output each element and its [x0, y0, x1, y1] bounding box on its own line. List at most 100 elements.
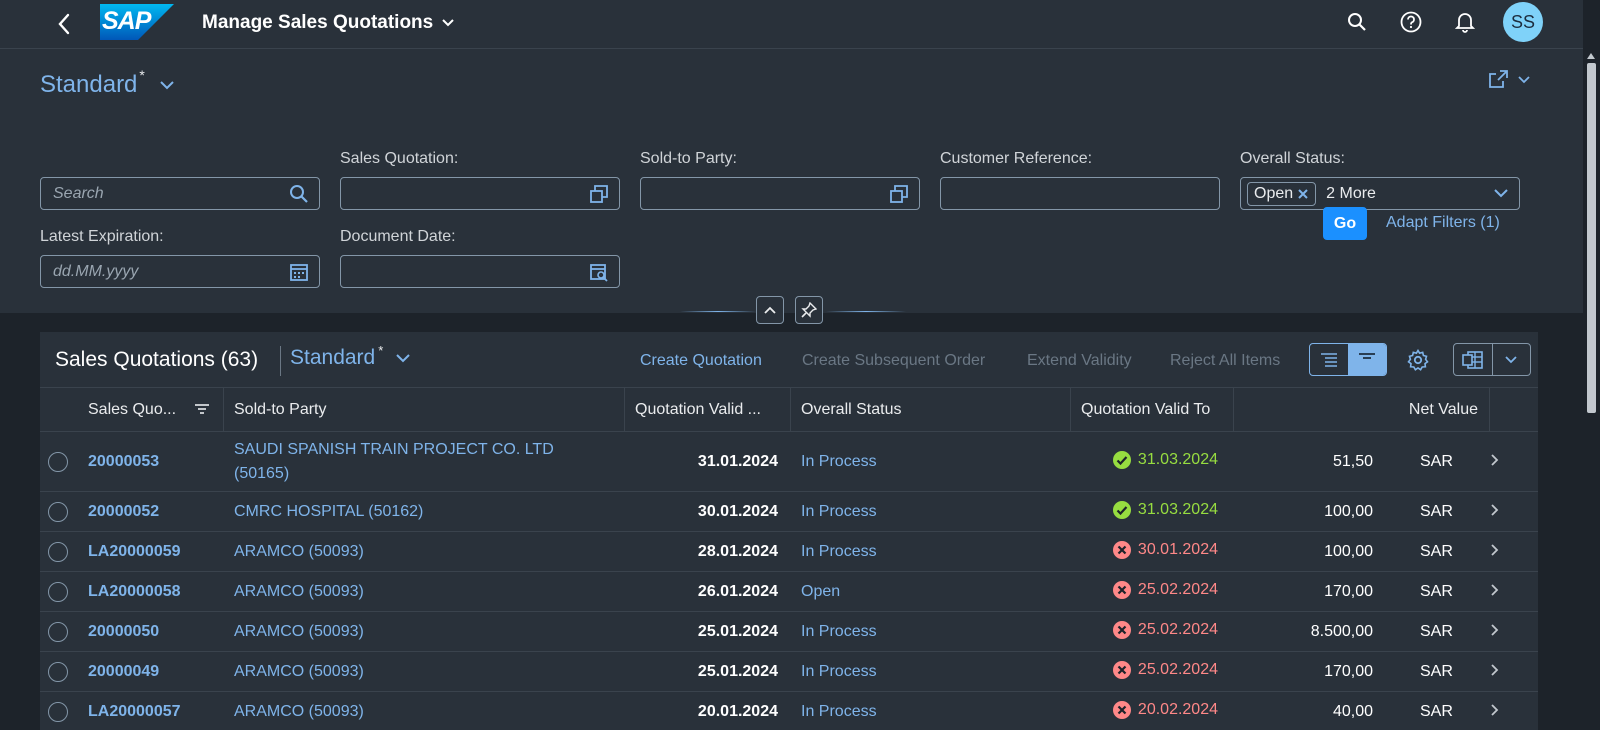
- radio-button[interactable]: [48, 662, 68, 682]
- row-select-radio[interactable]: [48, 572, 68, 612]
- extend-validity-button[interactable]: Extend Validity: [1027, 352, 1132, 370]
- table-row[interactable]: 20000049 ARAMCO (50093) 25.01.2024 In Proce…: [40, 652, 1538, 692]
- valid-to-date: 20.02.2024: [1080, 690, 1218, 730]
- search-input[interactable]: Search: [40, 177, 320, 210]
- collapse-header-button[interactable]: [756, 296, 784, 324]
- overall-status-link[interactable]: In Process: [801, 532, 877, 572]
- sold-to-party-link[interactable]: ARAMCO (50093): [234, 692, 604, 730]
- column-header-net-value[interactable]: Net Value: [1240, 388, 1478, 432]
- row-select-radio[interactable]: [48, 652, 68, 692]
- row-select-radio[interactable]: [48, 612, 68, 652]
- search-button[interactable]: [1341, 2, 1373, 42]
- row-navigation[interactable]: [1480, 690, 1510, 730]
- quotation-id-link[interactable]: LA20000057: [88, 692, 181, 730]
- row-navigation[interactable]: [1480, 530, 1510, 570]
- help-icon: [1400, 11, 1422, 33]
- quotation-id-link[interactable]: 20000052: [88, 492, 159, 532]
- row-select-radio[interactable]: [48, 492, 68, 532]
- notifications-button[interactable]: [1449, 2, 1481, 42]
- table-settings-button[interactable]: [1402, 343, 1434, 376]
- overall-status-link[interactable]: In Process: [801, 692, 877, 730]
- row-navigation[interactable]: [1480, 610, 1510, 650]
- radio-button[interactable]: [48, 452, 68, 472]
- table-row[interactable]: LA20000059 ARAMCO (50093) 28.01.2024 In Pro…: [40, 532, 1538, 572]
- column-divider: [1489, 388, 1490, 432]
- reject-all-items-button[interactable]: Reject All Items: [1170, 352, 1280, 370]
- share-menu-button[interactable]: [1488, 69, 1530, 89]
- table-density-toggle[interactable]: [1309, 343, 1387, 376]
- overall-status-link[interactable]: In Process: [801, 652, 877, 692]
- sold-to-party-link[interactable]: SAUDI SPANISH TRAIN PROJECT CO. LTD (501…: [234, 432, 604, 492]
- table-row[interactable]: 20000052 CMRC HOSPITAL (50162) 30.01.2024 I…: [40, 492, 1538, 532]
- scrollbar-thumb[interactable]: [1587, 63, 1596, 413]
- table-row[interactable]: 20000050 ARAMCO (50093) 25.01.2024 In Proce…: [40, 612, 1538, 652]
- app-title-menu[interactable]: Manage Sales Quotations: [202, 12, 455, 34]
- radio-button[interactable]: [48, 622, 68, 642]
- sold-to-party-field[interactable]: [640, 177, 920, 210]
- calendar-search-icon: [590, 264, 608, 282]
- variant-management[interactable]: Standard *: [40, 67, 175, 99]
- table-row[interactable]: LA20000058 ARAMCO (50093) 26.01.2024 Open 25…: [40, 572, 1538, 612]
- sold-to-party-link[interactable]: ARAMCO (50093): [234, 572, 604, 612]
- overall-status-link[interactable]: In Process: [801, 432, 877, 492]
- sold-to-party-link[interactable]: ARAMCO (50093): [234, 532, 604, 572]
- latest-expiration-datepicker[interactable]: dd.MM.yyyy: [40, 255, 320, 288]
- adapt-filters-button[interactable]: Adapt Filters (1): [1386, 214, 1500, 232]
- quotation-id-link[interactable]: 20000049: [88, 652, 159, 692]
- help-button[interactable]: [1395, 2, 1427, 42]
- status-more-indicator[interactable]: 2 More: [1326, 185, 1376, 203]
- overall-status-multicombo[interactable]: Open 2 More: [1240, 177, 1520, 210]
- column-header-sold-to-party[interactable]: Sold-to Party: [234, 388, 326, 432]
- status-token-open[interactable]: Open: [1247, 181, 1317, 206]
- row-navigation[interactable]: [1480, 650, 1510, 690]
- sap-logo[interactable]: SAP: [100, 4, 174, 40]
- table-row[interactable]: LA20000057 ARAMCO (50093) 20.01.2024 In Pro…: [40, 692, 1538, 730]
- column-header-quotation-valid-to[interactable]: Quotation Valid To: [1081, 388, 1210, 432]
- page-scrollbar[interactable]: [1583, 49, 1600, 730]
- row-navigation[interactable]: [1480, 490, 1510, 530]
- sold-to-party-link[interactable]: ARAMCO (50093): [234, 612, 604, 652]
- row-select-radio[interactable]: [48, 432, 68, 492]
- row-select-radio[interactable]: [48, 692, 68, 730]
- radio-button[interactable]: [48, 542, 68, 562]
- back-button[interactable]: [50, 10, 78, 38]
- pin-header-button[interactable]: [795, 296, 823, 324]
- row-select-radio[interactable]: [48, 532, 68, 572]
- sales-quotation-field[interactable]: [340, 177, 620, 210]
- column-header-overall-status[interactable]: Overall Status: [801, 388, 901, 432]
- table-variant-management[interactable]: Standard *: [290, 343, 411, 370]
- export-to-spreadsheet-button[interactable]: [1454, 344, 1492, 375]
- document-date-range-field[interactable]: [340, 255, 620, 288]
- user-avatar[interactable]: SS: [1503, 2, 1543, 42]
- radio-button[interactable]: [48, 582, 68, 602]
- quotation-id-link[interactable]: 20000050: [88, 612, 159, 652]
- quotation-id-link[interactable]: 20000053: [88, 432, 159, 492]
- radio-button[interactable]: [48, 702, 68, 722]
- export-menu-button[interactable]: [1453, 343, 1531, 376]
- overall-status-link[interactable]: In Process: [801, 492, 877, 532]
- column-header-sales-quotation[interactable]: Sales Quo...: [88, 388, 218, 432]
- customer-reference-field[interactable]: [940, 177, 1220, 210]
- sold-to-party-link[interactable]: CMRC HOSPITAL (50162): [234, 492, 604, 532]
- sales-quotation-label: Sales Quotation:: [340, 150, 459, 167]
- list-flat-icon: [1359, 352, 1375, 359]
- row-navigation[interactable]: [1480, 570, 1510, 610]
- scroll-up-arrow-icon[interactable]: [1587, 53, 1595, 59]
- row-navigation[interactable]: [1480, 430, 1510, 490]
- create-subsequent-order-button[interactable]: Create Subsequent Order: [802, 352, 985, 370]
- table-row[interactable]: 20000053 SAUDI SPANISH TRAIN PROJECT CO. …: [40, 432, 1538, 492]
- quotation-id-link[interactable]: LA20000059: [88, 532, 181, 572]
- bell-icon: [1455, 13, 1475, 33]
- overall-status-link[interactable]: In Process: [801, 612, 877, 652]
- column-header-quotation-valid-from[interactable]: Quotation Valid ...: [635, 388, 761, 432]
- go-button[interactable]: Go: [1323, 207, 1367, 240]
- radio-button[interactable]: [48, 502, 68, 522]
- valid-to-date: 30.01.2024: [1080, 530, 1218, 570]
- quotation-id-link[interactable]: LA20000058: [88, 572, 181, 612]
- tree-view-option[interactable]: [1310, 344, 1348, 375]
- overall-status-link[interactable]: Open: [801, 572, 840, 612]
- sold-to-party-link[interactable]: ARAMCO (50093): [234, 652, 604, 692]
- export-options-button[interactable]: [1491, 344, 1531, 375]
- flat-view-option[interactable]: [1348, 344, 1386, 375]
- create-quotation-button[interactable]: Create Quotation: [640, 352, 762, 370]
